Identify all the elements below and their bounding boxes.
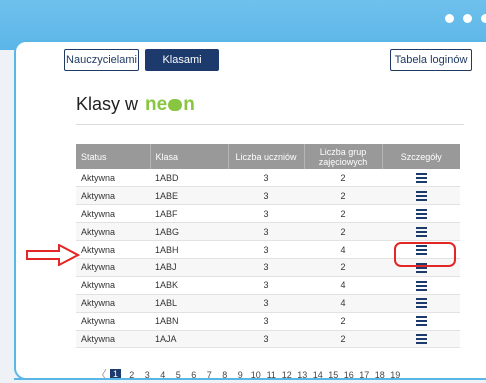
- dot-icon: [463, 14, 472, 23]
- cell-status: Aktywna: [76, 240, 150, 259]
- table-row: Aktywna 1ABE 3 2: [76, 186, 460, 206]
- logo-text-right: n: [183, 94, 195, 115]
- col-groups: Liczba grup zajęciowych: [304, 144, 383, 169]
- cell-class: 1ABJ: [150, 258, 228, 277]
- title-divider: [76, 124, 464, 125]
- table-row: Aktywna 1ABK 3 4: [76, 276, 460, 295]
- col-status: Status: [76, 144, 151, 169]
- arrow-right-icon: [26, 244, 80, 266]
- table-row: Aktywna 1ABF 3 2: [76, 204, 460, 224]
- cell-groups: 2: [304, 186, 382, 206]
- logins-table-button[interactable]: Tabela loginów: [390, 49, 472, 71]
- dot-icon: [481, 14, 486, 23]
- cell-students: 3: [228, 330, 304, 349]
- page-title-text: Klasy w: [76, 94, 139, 114]
- details-list-icon[interactable]: [415, 191, 427, 202]
- teachers-button[interactable]: Nauczycielami: [64, 49, 139, 71]
- details-list-icon[interactable]: [415, 173, 427, 183]
- table-row: Aktywna 1ABN 3 2: [76, 312, 460, 331]
- cell-students: 3: [228, 258, 304, 277]
- details-list-icon[interactable]: [415, 316, 427, 327]
- prev-page-icon[interactable]: 〈: [93, 366, 109, 383]
- cell-groups: 4: [304, 276, 382, 295]
- cell-students: 3: [228, 276, 304, 295]
- cell-groups: 2: [304, 312, 382, 331]
- cell-details: [382, 169, 460, 188]
- cell-class: 1ABG: [150, 222, 228, 242]
- cell-details: [382, 222, 460, 242]
- details-list-icon[interactable]: [415, 226, 427, 237]
- cell-details: [382, 204, 460, 224]
- cell-students: 3: [228, 204, 304, 224]
- cell-class: 1ABK: [150, 276, 228, 295]
- details-list-icon[interactable]: [415, 334, 427, 345]
- logo-o-icon: [168, 99, 183, 111]
- cell-details: [382, 186, 460, 206]
- cell-status: Aktywna: [76, 276, 150, 295]
- cell-details: [382, 294, 460, 313]
- cell-class: 1ABN: [150, 312, 228, 331]
- table-row: Aktywna 1ABD 3 2: [76, 169, 460, 188]
- cell-status: Aktywna: [76, 330, 150, 349]
- cell-students: 3: [228, 312, 304, 331]
- pagination: 〈 1 2 3 4 5 6 7 8 9 10 11 12 13 14 15 16 17 18 19: [93, 366, 403, 383]
- cell-groups: 2: [304, 330, 382, 349]
- logo-text-left: ne: [145, 94, 168, 115]
- cell-groups: 4: [304, 294, 382, 313]
- col-students: Liczba uczniów: [228, 144, 305, 169]
- cell-details: [382, 312, 460, 331]
- dot-icon: [445, 14, 454, 23]
- classes-button[interactable]: Klasami: [145, 49, 219, 71]
- cell-class: 1ABD: [150, 169, 228, 188]
- cell-details: [382, 330, 460, 349]
- details-list-icon[interactable]: [415, 280, 427, 291]
- page-title: Klasy w ne n: [76, 94, 195, 116]
- cell-class: 1ABL: [150, 294, 228, 313]
- bottom-divider: [14, 378, 486, 380]
- cell-status: Aktywna: [76, 169, 150, 188]
- table-header-row: Status Klasa Liczba uczniów Liczba grup …: [76, 144, 460, 169]
- table-row: Aktywna 1ABG 3 2: [76, 222, 460, 242]
- table-row: Aktywna 1ABL 3 4: [76, 294, 460, 313]
- cell-status: Aktywna: [76, 204, 150, 224]
- neon-logo: ne n: [145, 94, 195, 116]
- cell-status: Aktywna: [76, 258, 150, 277]
- cell-students: 3: [228, 222, 304, 242]
- details-list-icon[interactable]: [415, 209, 427, 220]
- cell-students: 3: [228, 240, 304, 259]
- cell-students: 3: [228, 294, 304, 313]
- cell-class: 1ABE: [150, 186, 228, 206]
- cell-class: 1ABF: [150, 204, 228, 224]
- cell-class: 1ABH: [150, 240, 228, 259]
- cell-students: 3: [228, 186, 304, 206]
- cell-status: Aktywna: [76, 294, 150, 313]
- cell-groups: 2: [304, 204, 382, 224]
- cell-class: 1AJA: [150, 330, 228, 349]
- cell-groups: 2: [304, 169, 382, 188]
- cell-groups: 4: [304, 240, 382, 259]
- details-list-icon[interactable]: [415, 298, 427, 309]
- window-dots: [445, 14, 486, 23]
- cell-groups: 2: [304, 222, 382, 242]
- table-row: Aktywna 1AJA 3 2: [76, 330, 460, 349]
- col-details: Szczegóły: [382, 144, 460, 169]
- cell-groups: 2: [304, 258, 382, 277]
- cell-status: Aktywna: [76, 186, 150, 206]
- cell-status: Aktywna: [76, 222, 150, 242]
- col-class: Klasa: [150, 144, 229, 169]
- cell-students: 3: [228, 169, 304, 188]
- cell-details: [382, 276, 460, 295]
- highlight-box: [394, 242, 456, 267]
- cell-status: Aktywna: [76, 312, 150, 331]
